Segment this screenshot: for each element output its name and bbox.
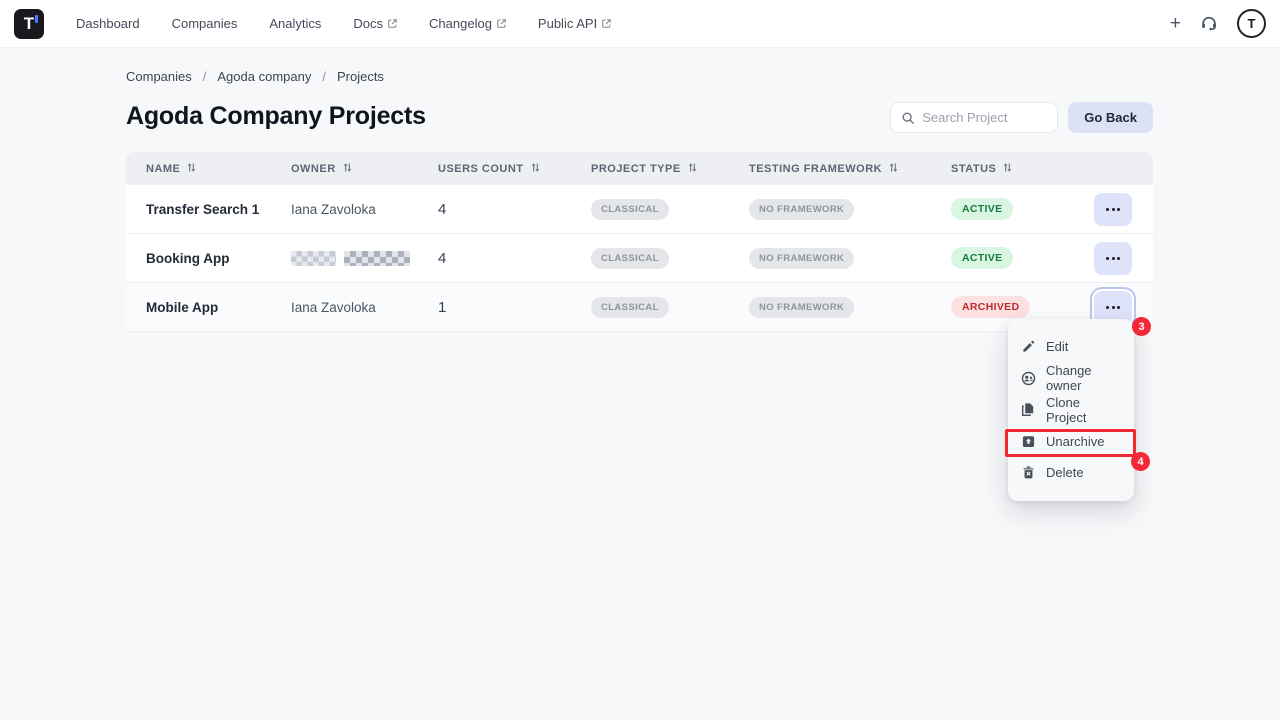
- ellipsis-icon: [1106, 208, 1109, 211]
- annotation-step-badge: 3: [1132, 317, 1151, 336]
- sort-arrows-icon: [1002, 162, 1013, 176]
- project-owner-redacted: [291, 251, 438, 266]
- column-header-project-type[interactable]: PROJECT TYPE: [591, 162, 749, 176]
- users-count: 1: [438, 299, 591, 316]
- nav-item-public-api[interactable]: Public API: [538, 16, 611, 31]
- project-owner: Iana Zavoloka: [291, 202, 438, 217]
- nav-item-companies[interactable]: Companies: [172, 16, 238, 31]
- sort-arrows-icon: [888, 162, 899, 176]
- breadcrumb-separator: /: [203, 69, 207, 84]
- testing-framework-badge: NO FRAMEWORK: [749, 248, 854, 269]
- toolbar: Go Back: [890, 102, 1153, 133]
- search-input[interactable]: [922, 110, 1047, 125]
- users-count: 4: [438, 201, 591, 218]
- row-actions-button[interactable]: [1094, 193, 1132, 226]
- menu-item-edit[interactable]: Edit: [1008, 331, 1134, 363]
- app-logo-letter: T: [24, 14, 34, 34]
- project-name: Booking App: [146, 251, 291, 266]
- external-link-icon: [388, 16, 397, 31]
- breadcrumb: Companies / Agoda company / Projects: [126, 69, 384, 84]
- breadcrumb-separator: /: [322, 69, 326, 84]
- menu-item-change-owner[interactable]: Change owner: [1008, 363, 1134, 395]
- annotation-step-badge: 4: [1131, 452, 1150, 471]
- support-icon[interactable]: [1200, 15, 1218, 33]
- menu-item-clone-project[interactable]: Clone Project: [1008, 394, 1134, 426]
- project-type-badge: CLASSICAL: [591, 297, 669, 318]
- project-owner: Iana Zavoloka: [291, 300, 438, 315]
- delete-icon: [1021, 465, 1036, 480]
- breadcrumb-agoda-company[interactable]: Agoda company: [217, 69, 311, 84]
- change-owner-icon: [1021, 371, 1036, 386]
- project-type-badge: CLASSICAL: [591, 199, 669, 220]
- external-link-icon: [602, 16, 611, 31]
- column-header-name[interactable]: NAME: [146, 162, 291, 176]
- testing-framework-badge: NO FRAMEWORK: [749, 297, 854, 318]
- nav-menu: Dashboard Companies Analytics Docs Chang…: [76, 16, 611, 31]
- users-count: 4: [438, 250, 591, 267]
- sort-arrows-icon: [186, 162, 197, 176]
- table-row: Mobile App Iana Zavoloka 1 CLASSICAL NO …: [126, 283, 1153, 332]
- nav-item-analytics[interactable]: Analytics: [269, 16, 321, 31]
- ellipsis-icon: [1106, 306, 1109, 309]
- column-header-testing-framework[interactable]: TESTING FRAMEWORK: [749, 162, 951, 176]
- table-header-row: NAME OWNER USERS COUNT PROJECT TYPE TEST…: [126, 152, 1153, 185]
- row-actions-button[interactable]: [1094, 242, 1132, 275]
- column-header-users-count[interactable]: USERS COUNT: [438, 162, 591, 176]
- app-window: T Dashboard Companies Analytics Docs Cha…: [0, 0, 1280, 720]
- breadcrumb-projects[interactable]: Projects: [337, 69, 384, 84]
- search-box: [890, 102, 1058, 133]
- edit-icon: [1021, 339, 1036, 354]
- projects-table: NAME OWNER USERS COUNT PROJECT TYPE TEST…: [126, 152, 1153, 332]
- menu-item-unarchive[interactable]: Unarchive: [1008, 426, 1134, 458]
- plus-icon[interactable]: +: [1170, 14, 1181, 33]
- project-name: Transfer Search 1: [146, 202, 291, 217]
- row-context-menu: Edit Change owner Clone Project Unarchiv…: [1008, 319, 1134, 501]
- testing-framework-badge: NO FRAMEWORK: [749, 199, 854, 220]
- go-back-button[interactable]: Go Back: [1068, 102, 1153, 133]
- user-avatar[interactable]: T: [1237, 9, 1266, 38]
- status-badge: ACTIVE: [951, 198, 1013, 220]
- sort-arrows-icon: [342, 162, 353, 176]
- app-logo[interactable]: T: [14, 9, 44, 39]
- nav-right-actions: + T: [1170, 9, 1266, 38]
- breadcrumb-companies[interactable]: Companies: [126, 69, 192, 84]
- nav-item-dashboard[interactable]: Dashboard: [76, 16, 140, 31]
- project-name: Mobile App: [146, 300, 291, 315]
- menu-item-delete[interactable]: Delete: [1008, 457, 1134, 489]
- external-link-icon: [497, 16, 506, 31]
- top-nav: T Dashboard Companies Analytics Docs Cha…: [0, 0, 1280, 48]
- status-badge: ARCHIVED: [951, 296, 1030, 318]
- page-title: Agoda Company Projects: [126, 102, 426, 131]
- search-icon: [901, 111, 915, 125]
- sort-arrows-icon: [687, 162, 698, 176]
- sort-arrows-icon: [530, 162, 541, 176]
- column-header-status[interactable]: STATUS: [951, 162, 1094, 176]
- column-header-owner[interactable]: OWNER: [291, 162, 438, 176]
- status-badge: ACTIVE: [951, 247, 1013, 269]
- ellipsis-icon: [1106, 257, 1109, 260]
- project-type-badge: CLASSICAL: [591, 248, 669, 269]
- nav-item-changelog[interactable]: Changelog: [429, 16, 506, 31]
- avatar-logo: T: [1248, 16, 1256, 31]
- clone-project-icon: [1021, 402, 1036, 417]
- nav-item-docs[interactable]: Docs: [353, 16, 397, 31]
- table-row: Transfer Search 1 Iana Zavoloka 4 CLASSI…: [126, 185, 1153, 234]
- logo-accent: [35, 15, 38, 23]
- table-row: Booking App 4 CLASSICAL NO FRAMEWORK ACT…: [126, 234, 1153, 283]
- unarchive-icon: [1021, 434, 1036, 449]
